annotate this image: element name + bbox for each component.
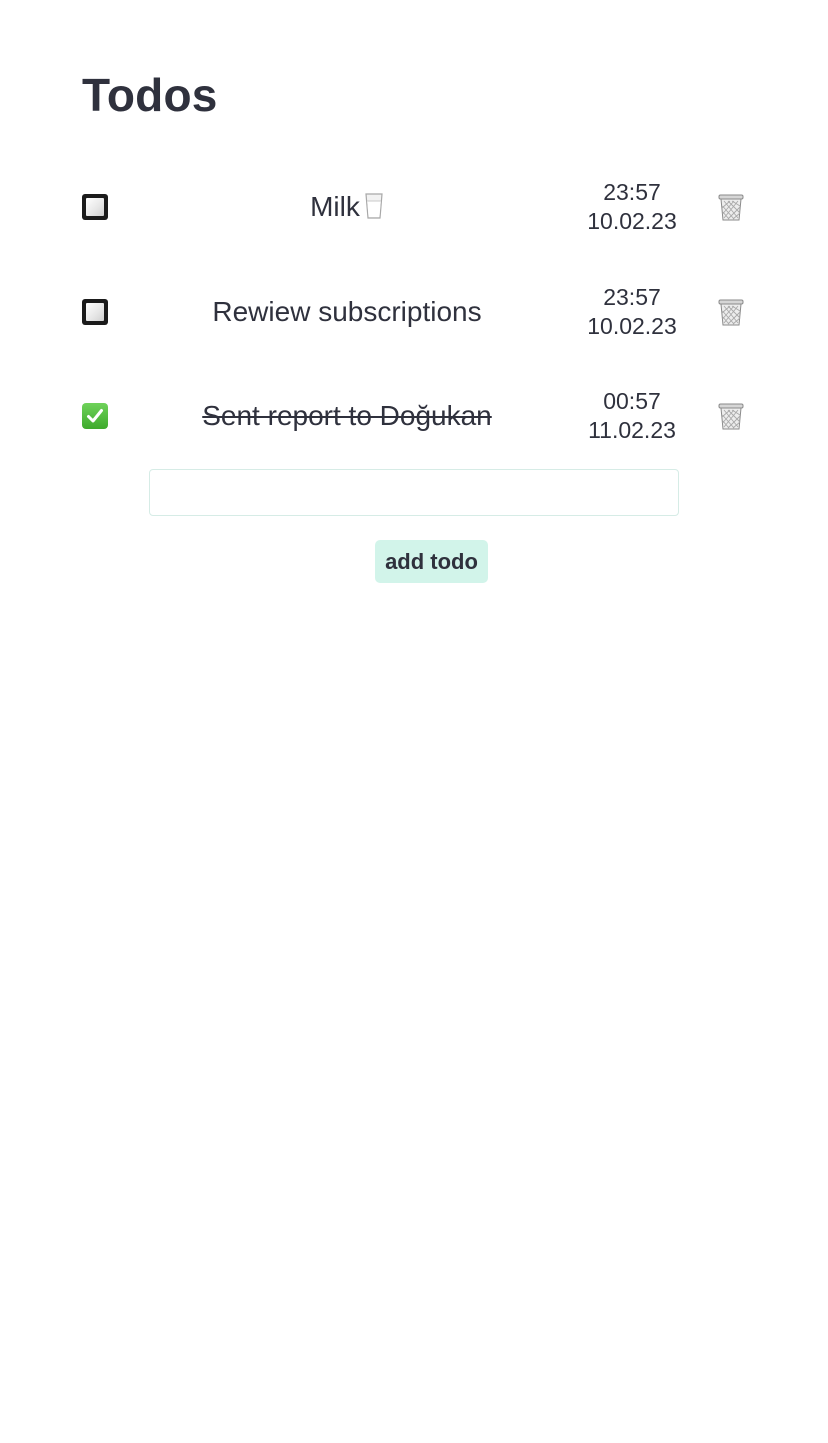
check-mark-icon xyxy=(87,409,103,423)
todo-timestamp: 23:57 10.02.23 xyxy=(582,283,682,341)
todo-app: Todos Milk 23:57 10.02.23 Rewiew subscri… xyxy=(0,0,828,1443)
todo-date: 10.02.23 xyxy=(587,208,677,234)
todo-text: Milk xyxy=(202,190,492,224)
todo-item: Rewiew subscriptions 23:57 10.02.23 xyxy=(82,277,752,347)
todo-checkbox-unchecked[interactable] xyxy=(82,194,108,220)
todo-time: 00:57 xyxy=(603,388,661,414)
todo-checkbox-unchecked[interactable] xyxy=(82,299,108,325)
todo-time: 23:57 xyxy=(603,179,661,205)
todo-item: Milk 23:57 10.02.23 xyxy=(82,172,752,242)
todo-date: 10.02.23 xyxy=(587,313,677,339)
page-title: Todos xyxy=(82,69,218,121)
todo-time: 23:57 xyxy=(603,284,661,310)
checkbox-square-icon xyxy=(86,303,104,321)
todo-timestamp: 23:57 10.02.23 xyxy=(582,178,682,236)
todo-label: Milk xyxy=(310,191,360,222)
todo-date: 11.02.23 xyxy=(588,417,676,443)
trash-icon[interactable] xyxy=(718,192,744,222)
add-todo-button[interactable]: add todo xyxy=(375,540,488,583)
milk-glass-icon xyxy=(365,193,383,219)
todo-timestamp: 00:57 11.02.23 xyxy=(582,387,682,445)
todo-checkbox-checked[interactable] xyxy=(82,403,108,429)
trash-icon[interactable] xyxy=(718,297,744,327)
todo-text: Sent report to Doğukan xyxy=(202,400,492,431)
checkbox-square-icon xyxy=(86,198,104,216)
todo-text: Rewiew subscriptions xyxy=(212,296,482,327)
todo-item: Sent report to Doğukan 00:57 11.02.23 xyxy=(82,381,752,451)
trash-icon[interactable] xyxy=(718,401,744,431)
new-todo-input[interactable] xyxy=(149,469,679,516)
